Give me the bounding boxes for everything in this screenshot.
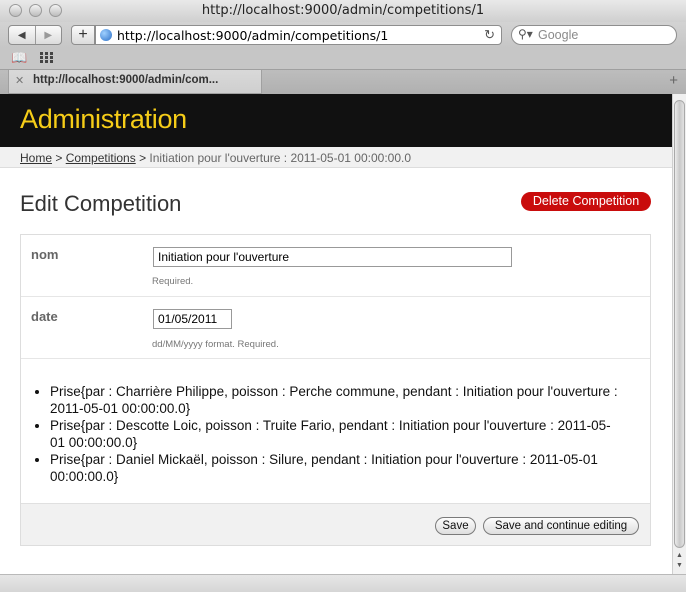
list-item: Prise{par : Charrière Philippe, poisson … xyxy=(50,383,620,417)
bookmarks-bar xyxy=(0,48,686,69)
window-title: http://localhost:9000/admin/competitions… xyxy=(201,3,485,18)
breadcrumb-separator: > xyxy=(135,151,150,165)
breadcrumb-separator: > xyxy=(52,151,66,165)
close-tab-icon[interactable]: ✕ xyxy=(15,74,24,87)
page-title: Edit Competition xyxy=(20,191,182,216)
delete-competition-button[interactable]: Delete Competition xyxy=(521,192,651,211)
save-button[interactable]: Save xyxy=(435,517,476,535)
grid-icon[interactable] xyxy=(40,52,53,63)
add-bookmark-button[interactable]: + xyxy=(71,25,95,45)
breadcrumb-home-link[interactable]: Home xyxy=(20,151,52,165)
vertical-scrollbar[interactable]: ▲ ▼ xyxy=(672,94,686,574)
save-and-continue-button[interactable]: Save and continue editing xyxy=(483,517,639,535)
scrollbar-thumb[interactable] xyxy=(674,100,685,548)
prises-list: Prise{par : Charrière Philippe, poisson … xyxy=(50,383,620,485)
breadcrumb-current: Initiation pour l'ouverture : 2011-05-01… xyxy=(149,151,412,165)
scroll-down-arrow-icon[interactable]: ▼ xyxy=(676,562,683,569)
form-row-nom: nom Required. xyxy=(21,235,650,297)
search-icon: ⚲▾ xyxy=(518,27,533,41)
open-book-icon[interactable]: 📖 xyxy=(11,50,27,66)
address-bar[interactable]: http://localhost:9000/admin/competitions… xyxy=(95,25,502,45)
form-row-date: date dd/MM/yyyy format. Required. xyxy=(21,297,650,359)
new-tab-icon[interactable]: + xyxy=(669,72,678,89)
breadcrumb: Home > Competitions > Initiation pour l'… xyxy=(0,147,672,168)
tab-label: http://localhost:9000/admin/com... xyxy=(33,74,219,86)
brand-title: Administration xyxy=(20,104,187,134)
list-item: Prise{par : Daniel Mickaël, poisson : Si… xyxy=(50,451,620,485)
tab-current[interactable]: ✕ http://localhost:9000/admin/com... xyxy=(8,70,262,94)
forward-arrow-icon[interactable]: ▶ xyxy=(36,26,62,44)
page-viewport: Administration Home > Competitions > Ini… xyxy=(0,94,672,574)
field-label-nom: nom xyxy=(31,247,59,262)
back-arrow-icon[interactable]: ◀ xyxy=(9,26,36,44)
url-text[interactable]: http://localhost:9000/admin/competitions… xyxy=(117,28,388,43)
breadcrumb-competitions-link[interactable]: Competitions xyxy=(66,151,136,165)
search-placeholder: Google xyxy=(538,28,579,42)
reload-icon[interactable]: ↻ xyxy=(484,27,495,43)
window-titlebar: http://localhost:9000/admin/competitions… xyxy=(0,0,686,22)
field-label-date: date xyxy=(31,309,58,324)
admin-header: Administration xyxy=(0,94,672,147)
nom-input[interactable] xyxy=(153,247,512,267)
status-bar xyxy=(0,574,686,592)
date-help-text: dd/MM/yyyy format. Required. xyxy=(152,339,279,350)
list-item: Prise{par : Descotte Loic, poisson : Tru… xyxy=(50,417,620,451)
nav-buttons: ◀ ▶ xyxy=(8,25,62,45)
scroll-up-arrow-icon[interactable]: ▲ xyxy=(676,552,683,559)
nom-help-text: Required. xyxy=(152,276,194,287)
date-input[interactable] xyxy=(153,309,232,329)
search-field[interactable]: ⚲▾ Google xyxy=(511,25,677,45)
globe-icon xyxy=(100,29,112,41)
form-actions: Save Save and continue editing xyxy=(21,503,650,545)
